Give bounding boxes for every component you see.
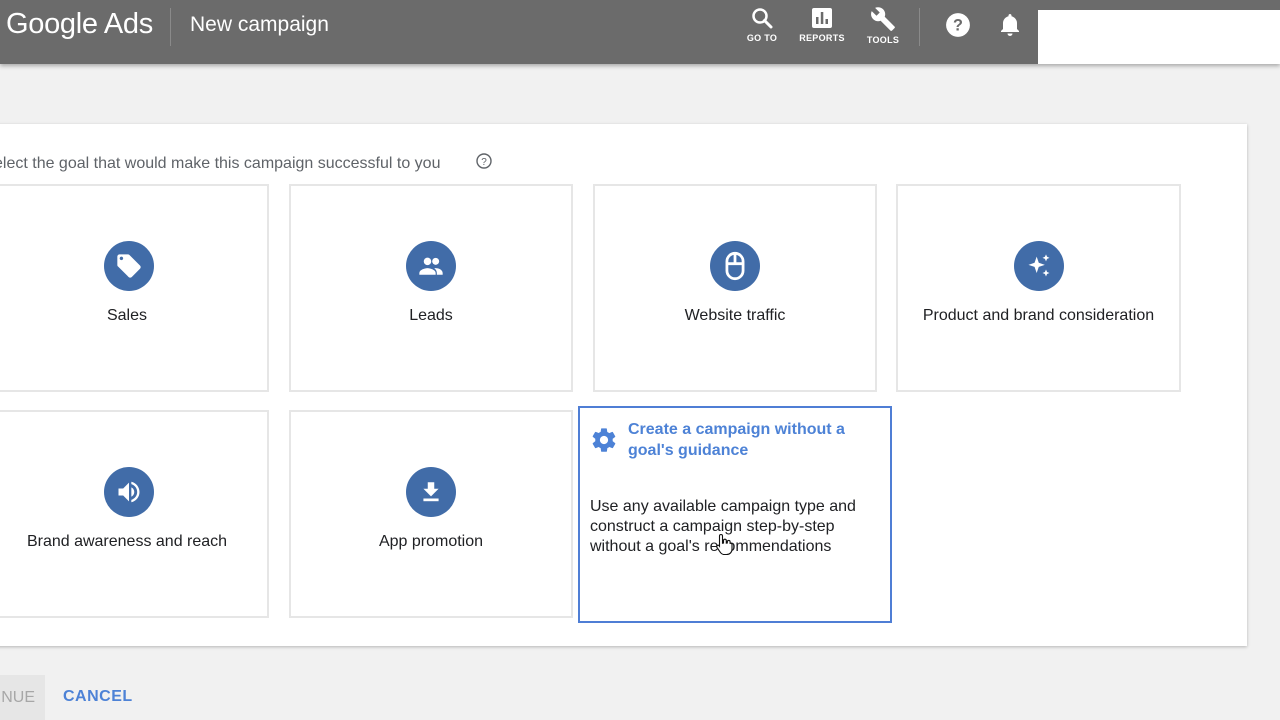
help-icon: ? [946,13,970,37]
gear-icon [592,428,616,452]
tools-label: TOOLS [866,35,900,45]
page-title: New campaign [190,13,329,36]
no-goal-title: Create a campaign without a goal's guida… [628,421,845,459]
goto-button[interactable]: GO TO [734,6,790,43]
sparkle-icon [1014,241,1064,291]
mouse-icon [710,241,760,291]
google-ads-logo[interactable]: Google Ads [6,8,153,41]
notifications-button[interactable] [998,12,1022,43]
goal-title: App promotion [378,533,484,550]
goal-card-website-traffic[interactable]: Website traffic [593,184,877,392]
goal-title: Product and brand consideration [922,307,1155,324]
svg-text:?: ? [953,16,963,34]
svg-text:?: ? [481,157,487,168]
goal-card-product-brand-consideration[interactable]: Product and brand consideration [896,184,1181,392]
help-button[interactable]: ? [945,12,971,43]
account-area [1038,10,1280,64]
question-circle-icon[interactable]: ? [476,153,492,169]
continue-button[interactable]: NUE [0,675,45,720]
goal-card-app-promotion[interactable]: App promotion [289,410,573,618]
goal-card-leads[interactable]: Leads [289,184,573,392]
search-icon [752,8,773,29]
reports-button[interactable]: REPORTS [794,6,850,43]
goal-prompt: elect the goal that would make this camp… [0,155,441,172]
tag-icon [104,241,154,291]
no-goal-description: Use any available campaign type and cons… [590,498,856,555]
goal-title: Brand awareness and reach [26,533,228,550]
wrench-icon [871,7,895,31]
reports-icon [812,8,832,28]
goal-title: Website traffic [684,307,786,324]
goal-card-sales[interactable]: Sales [0,184,269,392]
top-bar: Google Ads New campaign GO TO REPORTS TO… [0,0,1280,64]
header-divider [919,8,920,46]
speaker-icon [104,467,154,517]
cancel-button[interactable]: CANCEL [63,688,133,706]
goal-title: Sales [106,307,148,324]
goal-title: Leads [409,307,453,324]
download-icon [406,467,456,517]
reports-label: REPORTS [799,33,845,43]
bell-icon [1001,14,1019,36]
hand-cursor-icon [716,533,733,555]
tools-button[interactable]: TOOLS [855,6,911,45]
people-icon [406,241,456,291]
goal-card-no-guidance[interactable]: Create a campaign without a goal's guida… [578,406,892,623]
header-divider [170,8,171,46]
goto-label: GO TO [746,33,778,43]
goal-card-brand-awareness[interactable]: Brand awareness and reach [0,410,269,618]
